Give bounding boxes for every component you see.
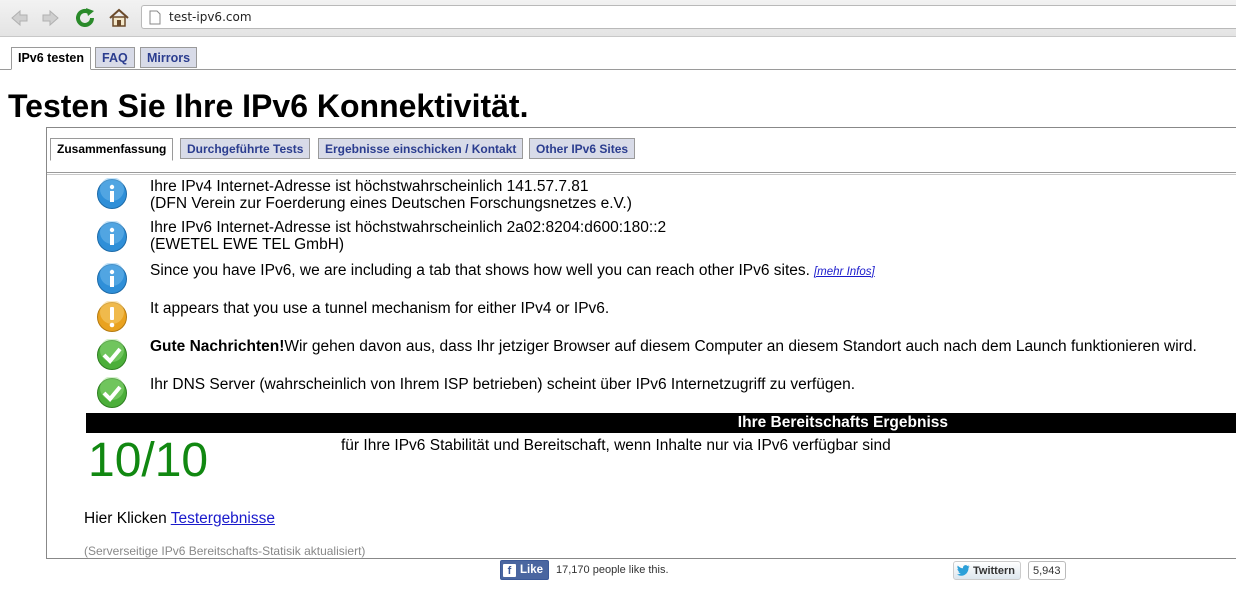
tab-durchgefuehrte-tests[interactable]: Durchgeführte Tests [180,138,311,159]
tab-other-ipv6-sites[interactable]: Other IPv6 Sites [529,138,636,159]
result-text: Ihre IPv6 Internet-Adresse ist höchstwah… [150,219,666,253]
reload-button[interactable] [72,5,98,31]
ipv6-provider-text: (EWETEL EWE TEL GmbH) [150,236,345,253]
tab-mirrors[interactable]: Mirrors [140,47,198,68]
stats-note: (Serverseitige IPv6 Bereitschafts-Statis… [84,544,366,558]
twitter-bird-icon [957,565,970,576]
check-icon [97,377,127,408]
facebook-like-widget: f Like 17,170 people like this. [500,560,669,580]
home-button[interactable] [106,5,132,31]
twitter-widget: Twittern 5,943 [953,561,1066,580]
page-icon [149,10,161,25]
ipv4-provider-text: (DFN Verein zur Foerderung eines Deutsch… [150,195,632,212]
readiness-header: Ihre Bereitschafts Ergebniss [86,413,1236,433]
dns-ok-text: Ihr DNS Server (wahrscheinlich von Ihrem… [150,376,856,393]
page-title: Testen Sie Ihre IPv6 Konnektivität. [8,88,529,124]
ipv6-sites-text: Since you have IPv6, we are including a … [150,262,810,279]
facebook-like-count: 17,170 people like this. [556,564,669,576]
facebook-like-label: Like [520,564,544,576]
back-arrow-icon [11,9,28,27]
test-results-link[interactable]: Testergebnisse [171,510,275,527]
info-icon [97,178,127,209]
address-bar[interactable]: test-ipv6.com [141,5,1236,29]
home-icon [109,8,129,27]
twitter-button[interactable]: Twittern [953,561,1021,580]
sub-tabs-divider [47,172,1236,173]
browser-ok-text: Wir gehen davon aus, dass Ihr jetziger B… [284,338,1197,355]
readiness-description: für Ihre IPv6 Stabilität und Bereitschaf… [341,437,891,454]
readiness-score: 10/10 [88,434,209,487]
click-here-label: Hier Klicken [84,510,167,527]
result-text: Since you have IPv6, we are including a … [150,262,875,281]
ipv4-address-text: Ihre IPv4 Internet-Adresse ist höchstwah… [150,178,589,195]
sub-tabs-divider-2 [47,174,1236,175]
good-news-label: Gute Nachrichten! [150,338,285,355]
info-icon [97,221,127,252]
sub-tabs: Zusammenfassung Durchgeführte Tests Erge… [47,138,1236,162]
warning-icon [97,301,127,332]
back-button[interactable] [6,5,32,31]
top-tabs: IPv6 testen FAQ Mirrors [0,46,1236,70]
tab-faq[interactable]: FAQ [95,47,135,68]
tunnel-warning-text: It appears that you use a tunnel mechani… [150,300,610,317]
check-icon [97,339,127,370]
facebook-icon: f [503,563,516,577]
url-text: test-ipv6.com [169,10,252,24]
tab-ergebnisse-kontakt[interactable]: Ergebnisse einschicken / Kontakt [318,138,524,159]
more-info-link[interactable]: [mehr Infos] [814,266,875,278]
tab-ipv6-testen[interactable]: IPv6 testen [11,47,92,70]
forward-button[interactable] [38,5,64,31]
ipv6-address-text: Ihre IPv6 Internet-Adresse ist höchstwah… [150,219,667,236]
result-text: Ihre IPv4 Internet-Adresse ist höchstwah… [150,178,632,212]
browser-toolbar: test-ipv6.com [0,0,1236,37]
forward-arrow-icon [42,9,59,27]
reload-icon [76,8,94,27]
facebook-like-button[interactable]: f Like [500,560,550,580]
info-icon [97,263,127,294]
twitter-count: 5,943 [1027,561,1066,580]
result-text: Gute Nachrichten!Wir gehen davon aus, da… [150,338,1197,355]
twitter-label: Twittern [973,564,1015,577]
tab-zusammenfassung[interactable]: Zusammenfassung [50,138,174,161]
click-here-row: Hier Klicken Testergebnisse [84,510,275,528]
summary-panel: Zusammenfassung Durchgeführte Tests Erge… [46,127,1236,559]
